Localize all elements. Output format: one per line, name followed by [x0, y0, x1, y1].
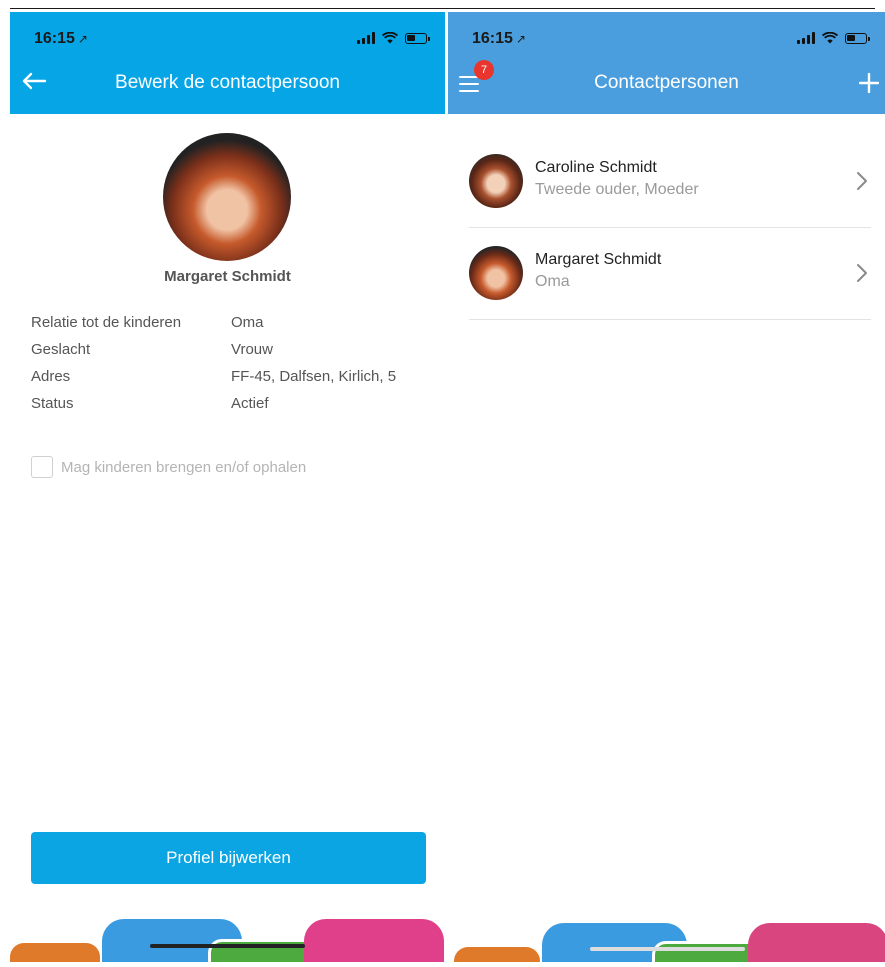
detail-row-address: Adres FF-45, Dalfsen, Kirlich, 5: [31, 368, 431, 395]
contact-name: Caroline Schmidt: [535, 159, 657, 176]
detail-value: Vrouw: [231, 341, 273, 358]
battery-icon: [405, 32, 430, 44]
detail-row-gender: Geslacht Vrouw: [31, 341, 431, 368]
status-time: 16:15 ↗: [34, 30, 88, 47]
detail-label: Geslacht: [31, 341, 91, 358]
detail-label: Adres: [31, 368, 71, 385]
divider-line: [10, 8, 875, 9]
chevron-right-icon: [857, 264, 867, 282]
chevron-right-icon: [857, 172, 867, 190]
tab-peek-orange: [454, 947, 540, 962]
detail-value: Oma: [231, 314, 264, 331]
detail-label: Status: [31, 395, 74, 412]
profile-name: Margaret Schmidt: [164, 268, 291, 285]
contact-row-caroline[interactable]: Caroline Schmidt Tweede ouder, Moeder: [469, 136, 871, 228]
edit-contact-screen: 16:15 ↗ Bewerk de contactpersoon Margaret…: [10, 12, 445, 962]
bottom-tab-peek: [10, 917, 445, 962]
bottom-tab-peek: [448, 917, 885, 962]
contact-row-margaret[interactable]: Margaret Schmidt Oma: [469, 228, 871, 320]
detail-value: Actief: [231, 395, 269, 412]
contact-list: Caroline Schmidt Tweede ouder, Moeder Ma…: [469, 136, 871, 320]
contacts-screen: 16:15 ↗ 7 Contactpersonen Caroline Schmid…: [448, 12, 885, 962]
update-profile-button[interactable]: Profiel bijwerken: [31, 832, 426, 884]
wifi-icon: [382, 32, 398, 44]
location-icon: ↗: [77, 32, 88, 46]
system-icons: [797, 30, 870, 46]
contact-name: Margaret Schmidt: [535, 251, 662, 268]
tab-peek-orange: [10, 943, 100, 962]
tab-peek-pink: [748, 923, 885, 962]
system-icons: [357, 30, 430, 46]
avatar: [469, 246, 523, 300]
signal-icon: [797, 32, 815, 44]
contact-relation: Tweede ouder, Moeder: [535, 181, 699, 198]
signal-icon: [357, 32, 375, 44]
pickup-permission-label: Mag kinderen brengen en/of ophalen: [61, 458, 307, 476]
profile-avatar: [163, 133, 291, 261]
detail-row-relation: Relatie tot de kinderen Oma: [31, 314, 431, 341]
detail-value: FF-45, Dalfsen, Kirlich, 5: [231, 368, 397, 385]
app-bar: 16:15 ↗ 7 Contactpersonen: [448, 12, 885, 114]
page-title: Bewerk de contactpersoon: [115, 72, 340, 93]
contact-relation: Oma: [535, 273, 570, 290]
status-time: 16:15 ↗: [472, 30, 526, 47]
pickup-permission-checkbox[interactable]: [31, 456, 53, 478]
add-contact-icon[interactable]: [859, 73, 879, 93]
wifi-icon: [822, 32, 838, 44]
home-indicator: [590, 947, 745, 951]
details-table: Relatie tot de kinderen Oma Geslacht Vro…: [31, 314, 431, 422]
tab-peek-pink: [304, 919, 444, 962]
home-indicator: [150, 944, 305, 948]
avatar: [469, 154, 523, 208]
battery-icon: [845, 32, 870, 44]
detail-label: Relatie tot de kinderen: [31, 314, 182, 331]
location-icon: ↗: [515, 32, 526, 46]
app-bar: 16:15 ↗ Bewerk de contactpersoon: [10, 12, 445, 114]
pickup-permission-row[interactable]: Mag kinderen brengen en/of ophalen: [31, 456, 306, 478]
detail-row-status: Status Actief: [31, 395, 431, 422]
page-title: Contactpersonen: [594, 72, 739, 93]
